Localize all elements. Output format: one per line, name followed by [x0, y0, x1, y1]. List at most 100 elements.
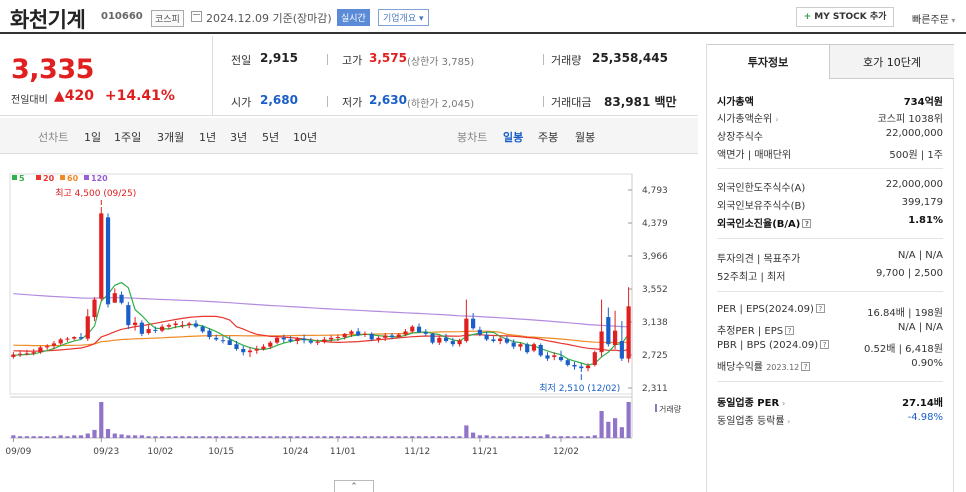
candle-body — [146, 329, 151, 334]
tab-daily[interactable]: 일봉 — [503, 129, 523, 145]
candle-body — [383, 335, 388, 338]
y-tick-label: 3,966 — [642, 252, 668, 262]
tab-1day[interactable]: 1일 — [84, 129, 101, 145]
y-tick-label: 3,552 — [642, 285, 668, 295]
industry-rate-label[interactable]: 동일업종 등락률 › — [717, 412, 790, 427]
tab-line-chart[interactable]: 선차트 — [38, 129, 68, 145]
candle-body — [214, 337, 219, 340]
volume-bar — [24, 436, 29, 438]
volume-bar — [112, 433, 117, 438]
investment-info-panel: 투자정보 호가 10단계 시가총액 734억원 시가총액순위 › 코스피 1038위… — [706, 44, 954, 492]
candle-body — [220, 340, 226, 342]
tab-10year[interactable]: 10년 — [293, 129, 317, 145]
help-icon[interactable]: ? — [802, 219, 812, 228]
volume-bar — [329, 436, 334, 438]
est-per-label: 추정PER | EPS? — [717, 322, 795, 337]
divider — [327, 96, 328, 107]
chevron-down-icon: ▾ — [948, 16, 956, 25]
tab-monthly[interactable]: 월봉 — [575, 129, 595, 145]
industry-rate-value: -4.98% — [907, 412, 943, 423]
collapse-chart-button[interactable]: ⌃ — [334, 480, 374, 492]
ma-legend-label: 5 — [19, 174, 25, 183]
period-tabs: 선차트 1일 1주일 3개월 1년 3년 5년 10년 봉차트 일봉 주봉 월봉 — [0, 118, 698, 154]
help-icon[interactable]: ? — [801, 362, 811, 371]
tab-5year[interactable]: 5년 — [262, 129, 279, 145]
market-cap-rank-label[interactable]: 시가총액순위 › — [717, 110, 779, 125]
tab-3year[interactable]: 3년 — [230, 129, 247, 145]
divider — [543, 54, 544, 65]
market-cap-rank-value: 코스피 1038위 — [877, 114, 943, 125]
foreign-ratio-text: 외국인소진율(B/A) — [717, 219, 801, 230]
ma120-line — [13, 293, 629, 328]
volume-bar — [342, 436, 347, 438]
dividend-label: 배당수익률 2023.12? — [717, 358, 811, 373]
info-row: 액면가 | 매매단위 500원 | 1주 — [717, 144, 943, 161]
volume-bar — [565, 436, 570, 438]
high-value: 3,575 — [369, 51, 407, 65]
help-icon[interactable]: ? — [785, 326, 795, 335]
high-label: 고가 — [342, 54, 363, 67]
opinion-value: N/A | N/A — [897, 250, 943, 261]
volume-bar — [295, 436, 300, 438]
upper-limit: (상한가 3,785) — [407, 57, 475, 68]
volume-bar — [383, 436, 388, 438]
tab-order-book[interactable]: 호가 10단계 — [830, 44, 954, 79]
candle-body — [504, 338, 510, 343]
volume-bar — [498, 436, 503, 438]
est-per-text: 추정PER | EPS — [717, 326, 784, 337]
candle-body — [302, 338, 307, 341]
candle-body — [45, 346, 50, 348]
info-row: PBR | BPS (2024.09)? 0.52배 | 6,418원 — [717, 338, 943, 355]
info-row: 투자의견 | 목표주가 N/A | N/A — [717, 248, 943, 265]
candle-body — [160, 326, 165, 331]
candle-body — [335, 337, 340, 339]
candle-body — [180, 325, 185, 327]
stock-chart[interactable]: 5 20 60 120 4,793 4,379 3,966 3,552 3,138 2,725 2,… — [0, 160, 698, 480]
add-my-stock-button[interactable]: + MY STOCK 추가 — [796, 7, 894, 27]
volume-bar — [322, 436, 327, 438]
candle-body — [369, 333, 374, 340]
tab-investment-info[interactable]: 투자정보 — [707, 44, 830, 79]
candle-body — [558, 356, 564, 361]
info-row: 배당수익률 2023.12? 0.90% — [717, 356, 943, 373]
candle-label: 봉차트 — [457, 131, 488, 144]
candle-body — [484, 334, 489, 340]
candle-body — [51, 343, 57, 346]
y-tick-label: 2,725 — [642, 351, 668, 361]
volume-bar — [335, 436, 340, 438]
help-icon[interactable]: ? — [815, 304, 825, 313]
tab-weekly[interactable]: 주봉 — [538, 129, 558, 145]
tab-3month[interactable]: 3개월 — [157, 129, 184, 145]
ma-legend-swatch — [84, 175, 89, 180]
industry-per-label[interactable]: 동일업종 PER › — [717, 394, 785, 409]
help-icon[interactable]: ? — [820, 340, 830, 349]
candle-body — [585, 365, 591, 369]
volume-bar — [389, 436, 395, 438]
volume-bar — [105, 429, 111, 438]
volume-bar — [558, 436, 564, 438]
volume-bar — [457, 436, 462, 438]
candle-body — [234, 344, 239, 349]
info-row: 외국인보유주식수(B) 399,179 — [717, 195, 943, 212]
volume-bar — [65, 436, 70, 438]
volume-bar — [139, 435, 144, 438]
realtime-button[interactable]: 실시간 — [337, 9, 370, 26]
market-cap-value: 734억원 — [903, 97, 943, 108]
candle-body — [471, 318, 476, 329]
volume-bar — [288, 436, 293, 438]
company-overview-button[interactable]: 기업개요 ▾ — [378, 9, 429, 26]
candle-body — [99, 213, 104, 299]
foreign-hold-label: 외국인보유주식수(B) — [717, 201, 806, 212]
tab-1year[interactable]: 1년 — [199, 129, 216, 145]
volume-bar — [579, 436, 584, 438]
volume-bar — [281, 436, 286, 438]
up-triangle-icon: ▲ — [54, 88, 65, 104]
candle-body — [457, 340, 462, 345]
est-per-value: N/A | N/A — [897, 322, 943, 333]
candle-body — [288, 339, 293, 342]
candle-body — [477, 329, 482, 335]
quick-order-button[interactable]: 빠른주문 ▾ — [912, 11, 955, 26]
volume-bar — [464, 425, 469, 438]
tab-1week[interactable]: 1주일 — [114, 129, 141, 145]
candle-body — [606, 317, 611, 345]
